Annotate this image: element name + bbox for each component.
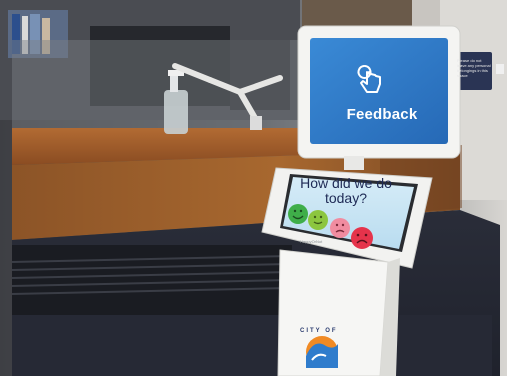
scene-photo: [0, 0, 507, 376]
device-brand: HappyOrNot: [300, 239, 323, 244]
city-logo-text: CITY OF: [300, 328, 338, 334]
feedback-title: Feedback: [346, 106, 418, 123]
survey-question: How did we do today?: [300, 175, 392, 206]
notice-sign-text: Please do not leave any personal belongi…: [457, 58, 491, 78]
